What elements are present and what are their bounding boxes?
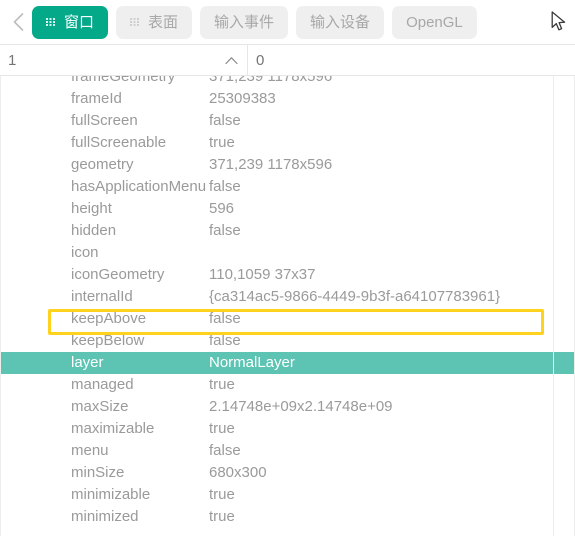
tab-input-devices[interactable]: 输入设备 [296,5,385,39]
table-cell-key: layer [71,354,104,371]
table-cell-value: 680x300 [209,464,267,481]
table-cell-key: height [71,200,112,217]
table-cell-key: fullScreen [71,112,138,129]
table-cell-key: internalId [71,288,133,305]
column-header-key-label: 1 [8,51,17,69]
table-cell-value: false [209,112,241,129]
table-cell-key: maxSize [71,398,129,415]
chevron-left-icon [13,13,23,31]
table-header: 1 0 [0,44,575,76]
tab-input-events[interactable]: 输入事件 [200,5,289,39]
table-cell-key: minSize [71,464,125,481]
table-cell-value: 2.14748e+09x2.14748e+09 [209,398,393,415]
table-rows: frameGeometry 371,239 1178x596 frameId 2530… [1,76,574,528]
chevron-up-icon [225,56,238,64]
table-row[interactable]: maximizable true [1,418,574,440]
column-header-value[interactable]: 0 [248,45,575,75]
tab-label-opengl: OpenGL [406,13,463,31]
table-row[interactable]: menu false [1,440,574,462]
table-row[interactable]: internalId {ca314ac5-9866-4449-9b3f-a6410… [1,286,574,308]
table-cell-key: hidden [71,222,117,239]
tab-label-windows: 窗口 [64,13,95,31]
column-header-key[interactable]: 1 [0,45,248,75]
table-row[interactable]: hidden false [1,220,574,242]
table-cell-value: 371,239 1178x596 [209,156,333,173]
property-table: frameGeometry 371,239 1178x596 frameId 2530… [0,76,575,536]
table-cell-value: 371,239 1178x596 [209,76,333,85]
table-cell-key: menu [71,442,109,459]
table-row[interactable]: minimizable true [1,484,574,506]
table-cell-key: frameGeometry [71,76,176,85]
tab-surfaces[interactable]: 表面 [116,5,193,39]
table-cell-value: 110,1059 37x37 [209,266,316,283]
table-cell-key: hasApplicationMenu [71,178,207,195]
table-row[interactable]: maxSize 2.14748e+09x2.14748e+09 [1,396,574,418]
table-cell-value: false [209,442,241,459]
table-row-selected[interactable]: layer NormalLayer [1,352,574,374]
table-cell-value: false [209,332,241,349]
table-row[interactable]: geometry 371,239 1178x596 [1,154,574,176]
table-cell-value: true [209,486,235,503]
table-cell-key: managed [71,376,134,393]
table-cell-value: true [209,420,235,437]
table-cell-key: minimizable [71,486,151,503]
table-cell-value: true [209,134,235,151]
tab-opengl[interactable]: OpenGL [392,5,477,39]
tab-bar: 窗口 表面 输入事件 输入设备 OpenGL [0,0,575,44]
table-row[interactable]: fullScreenable true [1,132,574,154]
table-cell-key: geometry [71,156,134,173]
table-cell-key: icon [71,244,99,261]
tab-label-input-events: 输入事件 [214,13,275,31]
table-cell-key: keepAbove [71,310,147,327]
table-cell-value: {ca314ac5-9866-4449-9b3f-a64107783961} [209,288,501,305]
table-cell-value: 25309383 [209,90,276,107]
table-row[interactable]: keepBelow false [1,330,574,352]
table-row[interactable]: minSize 680x300 [1,462,574,484]
table-row[interactable]: hasApplicationMenu false [1,176,574,198]
table-cell-value: true [209,376,235,393]
table-cell-key: fullScreenable [71,134,167,151]
table-row[interactable]: frameGeometry 371,239 1178x596 [1,76,574,88]
table-cell-key: iconGeometry [71,266,165,283]
table-cell-value: false [209,310,241,327]
table-cell-value: true [209,508,235,525]
table-cell-key: frameId [71,90,122,107]
table-row[interactable]: keepAbove false [1,308,574,330]
table-row[interactable]: height 596 [1,198,574,220]
table-cell-value: false [209,222,241,239]
table-cell-value: 596 [209,200,235,217]
table-row[interactable]: frameId 25309383 [1,88,574,110]
table-row[interactable]: fullScreen false [1,110,574,132]
table-row[interactable]: managed true [1,374,574,396]
table-cell-key: keepBelow [71,332,145,349]
tab-windows[interactable]: 窗口 [32,5,109,39]
table-cell-key: maximizable [71,420,155,437]
table-row[interactable]: icon [1,242,574,264]
tab-label-input-devices: 输入设备 [310,13,371,31]
column-header-value-label: 0 [256,51,265,69]
table-cell-value: false [209,178,241,195]
tab-label-surfaces: 表面 [148,13,179,31]
back-button[interactable] [4,7,32,37]
grid-icon [46,18,55,26]
table-cell-value: NormalLayer [209,354,295,371]
table-row[interactable]: minimized true [1,506,574,528]
table-row[interactable]: iconGeometry 110,1059 37x37 [1,264,574,286]
table-cell-key: minimized [71,508,139,525]
grid-icon [130,18,140,26]
